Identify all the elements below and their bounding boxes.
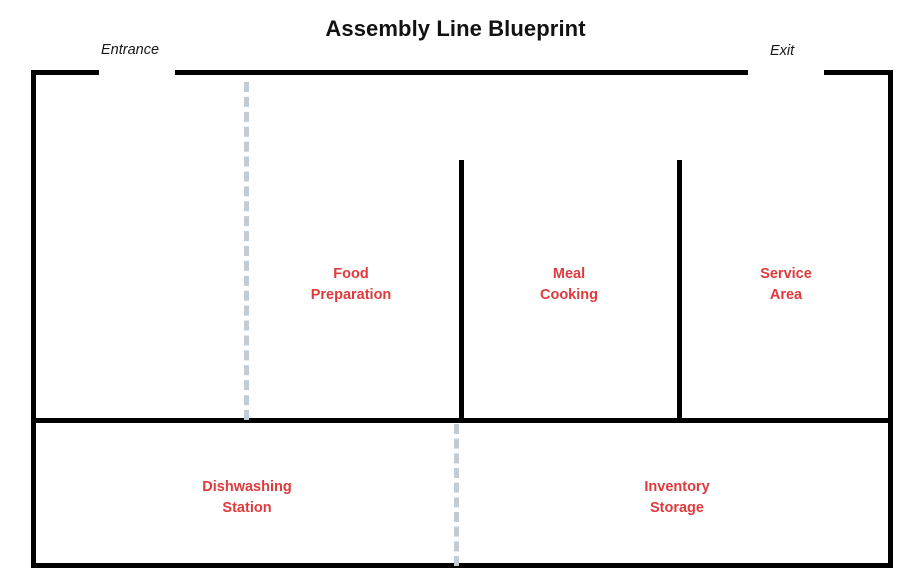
zone-label-food-preparation: Food Preparation bbox=[310, 266, 392, 303]
wall-left-outer bbox=[31, 70, 36, 568]
zone-label-dishwashing-station: Dishwashing Station bbox=[202, 479, 292, 516]
wall-top-right-stub bbox=[824, 70, 893, 75]
zone-label-service-area: Service Area bbox=[760, 266, 812, 303]
flow-line-upper bbox=[244, 82, 249, 420]
wall-right-outer bbox=[888, 70, 893, 568]
blueprint-canvas: Assembly Line Blueprint Entrance Exit Fo… bbox=[0, 0, 911, 586]
exit-label: Exit bbox=[770, 43, 795, 59]
wall-bottom-outer bbox=[31, 563, 893, 568]
wall-top-left-stub bbox=[31, 70, 99, 75]
wall-top-middle bbox=[175, 70, 748, 75]
wall-partition-cooking-service bbox=[677, 160, 682, 420]
wall-partition-prep-cooking bbox=[459, 160, 464, 420]
zone-label-inventory-storage: Inventory Storage bbox=[644, 479, 710, 516]
entrance-label: Entrance bbox=[101, 42, 160, 58]
page-title: Assembly Line Blueprint bbox=[325, 16, 586, 41]
zone-label-meal-cooking: Meal Cooking bbox=[540, 266, 598, 303]
flow-line-lower bbox=[454, 424, 459, 566]
